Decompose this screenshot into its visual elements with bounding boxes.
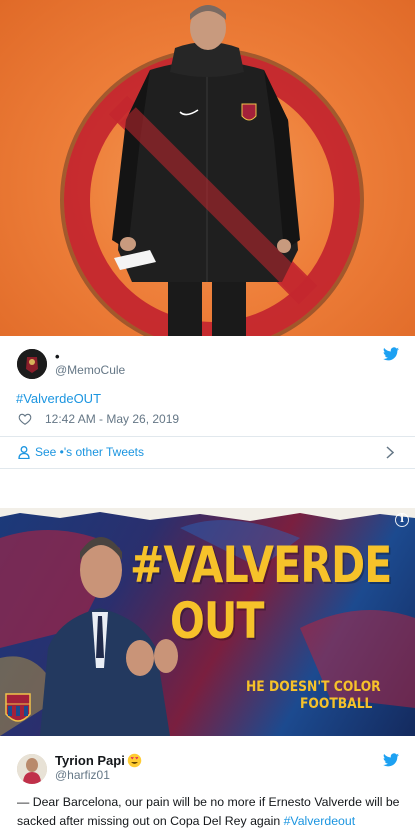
author-name-row[interactable]: Tyrion Papi	[55, 753, 142, 768]
twitter-bird-icon[interactable]	[383, 347, 399, 361]
chevron-right-icon	[386, 446, 394, 459]
image-headline-line2: OUT	[170, 592, 264, 650]
heart-icon[interactable]	[18, 412, 32, 426]
tweet-text: — Dear Barcelona, our pain will be no mo…	[17, 793, 402, 831]
author-name[interactable]: •	[55, 349, 60, 364]
author-handle[interactable]: @harfiz01	[55, 768, 110, 782]
avatar[interactable]	[17, 754, 47, 784]
see-other-tweets-link[interactable]: See •'s other Tweets	[0, 437, 415, 468]
hashtag-link[interactable]: #Valverdeout	[284, 814, 356, 828]
heart-eyes-emoji-icon	[127, 753, 142, 768]
timestamp[interactable]: 12:42 AM - May 26, 2019	[45, 412, 179, 426]
divider	[0, 468, 415, 469]
twitter-bird-icon[interactable]	[383, 753, 399, 767]
avatar[interactable]	[17, 349, 47, 379]
valverde-ban-illustration	[60, 5, 364, 336]
info-icon[interactable]: i	[395, 513, 409, 527]
tweet-image-valverde-ban[interactable]	[0, 0, 415, 336]
image-tagline-line1: HE DOESN'T COLOR	[246, 679, 381, 695]
image-headline-line1: #VALVERDE	[130, 536, 392, 594]
person-icon	[18, 446, 30, 459]
author-handle[interactable]: @MemoCule	[55, 363, 125, 377]
hashtag-link[interactable]: #ValverdeOUT	[16, 391, 101, 406]
image-tagline-line2: FOOTBALL	[300, 696, 373, 712]
tweet-meta: 12:42 AM - May 26, 2019	[18, 411, 179, 427]
author-name[interactable]: Tyrion Papi	[55, 753, 125, 768]
see-other-tweets-label: See •'s other Tweets	[35, 445, 144, 459]
